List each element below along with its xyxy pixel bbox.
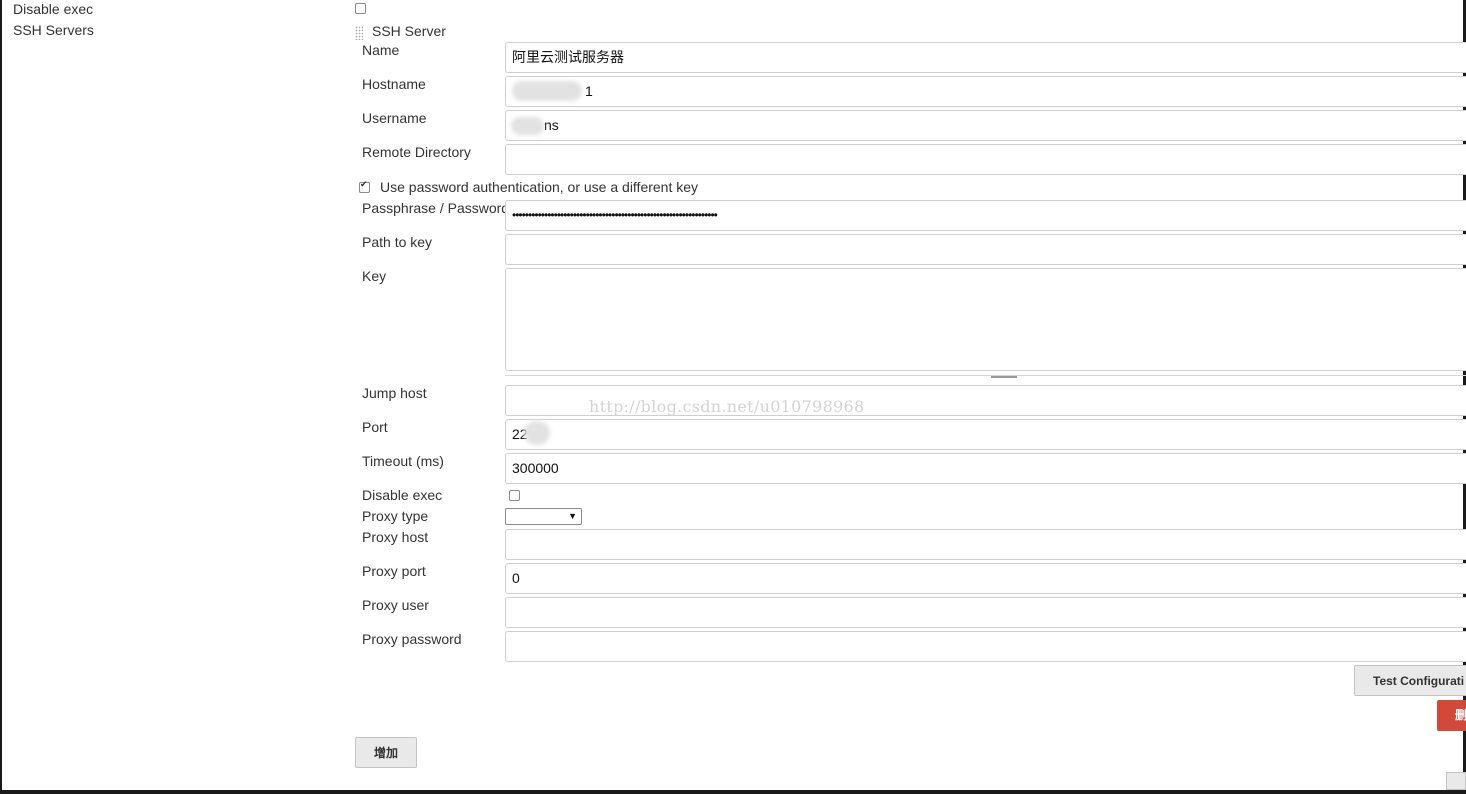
key-resize-bar[interactable] bbox=[505, 375, 1466, 380]
path-to-key-input[interactable] bbox=[505, 234, 1466, 265]
proxy-password-label: Proxy password bbox=[362, 631, 462, 647]
port-redaction bbox=[524, 421, 550, 445]
port-label: Port bbox=[362, 419, 388, 435]
hostname-redaction bbox=[512, 81, 582, 101]
window-frame-left bbox=[0, 0, 2, 794]
remote-directory-input[interactable] bbox=[505, 144, 1466, 175]
dropdown-arrow-icon: ▼ bbox=[568, 511, 577, 521]
key-label: Key bbox=[362, 268, 387, 284]
outer-disable-exec-label: Disable exec bbox=[13, 1, 94, 17]
remote-directory-label: Remote Directory bbox=[362, 144, 471, 160]
delete-server-button[interactable]: 删 bbox=[1437, 700, 1466, 731]
proxy-type-label: Proxy type bbox=[362, 508, 429, 524]
use-password-checkbox[interactable] bbox=[359, 180, 370, 193]
window-frame-bottom bbox=[0, 790, 1466, 794]
username-label: Username bbox=[362, 110, 427, 126]
drag-handle-icon[interactable] bbox=[355, 26, 363, 40]
proxy-host-input[interactable] bbox=[505, 529, 1466, 560]
proxy-user-label: Proxy user bbox=[362, 597, 429, 613]
proxy-password-input[interactable] bbox=[505, 631, 1466, 662]
jump-host-label: Jump host bbox=[362, 385, 427, 401]
name-label: Name bbox=[362, 42, 400, 58]
timeout-label: Timeout (ms) bbox=[362, 453, 444, 469]
username-redaction bbox=[511, 117, 544, 135]
passphrase-input[interactable]: ••••••••••••••••••••••••••••••••••••••••… bbox=[505, 200, 1466, 231]
hostname-input[interactable]: 1 bbox=[505, 76, 1466, 107]
ssh-server-section-title: SSH Server bbox=[372, 23, 446, 39]
proxy-user-input[interactable] bbox=[505, 597, 1466, 628]
ssh-servers-label: SSH Servers bbox=[13, 22, 94, 38]
port-input[interactable]: 22 bbox=[505, 419, 1466, 450]
username-input[interactable]: ns bbox=[505, 110, 1466, 141]
use-password-label: Use password authentication, or use a di… bbox=[380, 179, 699, 195]
passphrase-label: Passphrase / Password bbox=[362, 200, 510, 216]
timeout-input[interactable]: 300000 bbox=[505, 453, 1466, 484]
proxy-type-select[interactable]: ▼ bbox=[505, 508, 582, 525]
proxy-host-label: Proxy host bbox=[362, 529, 429, 545]
outer-disable-exec-checkbox[interactable] bbox=[355, 3, 366, 14]
add-server-button[interactable]: 增加 bbox=[355, 737, 417, 768]
disable-exec-checkbox[interactable] bbox=[509, 490, 520, 501]
proxy-port-label: Proxy port bbox=[362, 563, 426, 579]
corner-button[interactable] bbox=[1446, 772, 1466, 790]
proxy-port-input[interactable]: 0 bbox=[505, 563, 1466, 594]
hostname-label: Hostname bbox=[362, 76, 426, 92]
disable-exec-label: Disable exec bbox=[362, 487, 443, 503]
name-input[interactable]: 阿里云测试服务器 bbox=[505, 42, 1466, 73]
path-to-key-label: Path to key bbox=[362, 234, 433, 250]
key-textarea[interactable] bbox=[505, 268, 1466, 371]
watermark-text: http://blog.csdn.net/u010798968 bbox=[589, 397, 865, 416]
resize-grip-icon[interactable] bbox=[991, 376, 1017, 378]
test-configuration-button[interactable]: Test Configurati bbox=[1354, 665, 1466, 696]
